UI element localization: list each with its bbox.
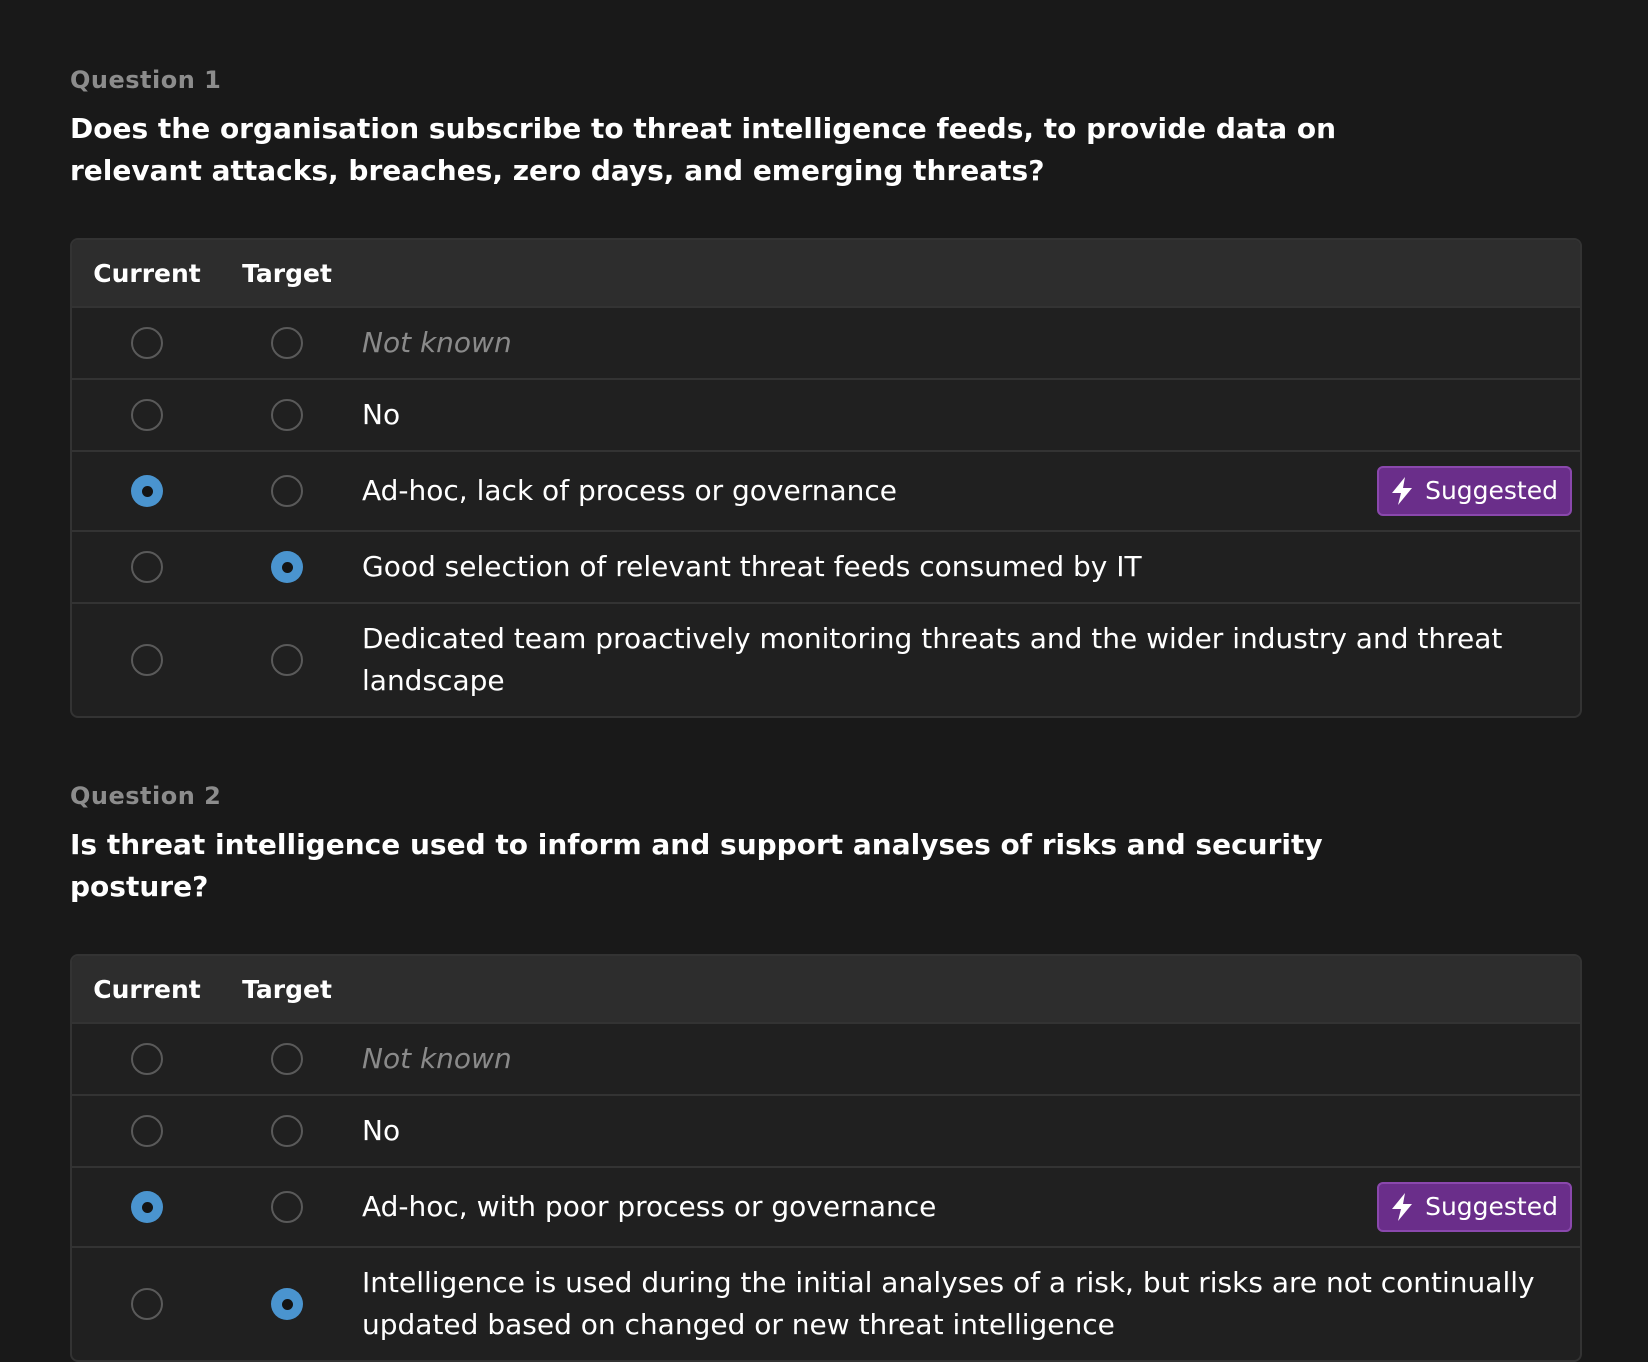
option-label-cell: Dedicated team proactively monitoring th… — [352, 604, 1580, 716]
target-radio[interactable] — [271, 1191, 303, 1223]
lightning-bolt-icon — [1392, 1193, 1413, 1221]
option-label: Not known — [362, 326, 512, 359]
current-radio[interactable] — [131, 327, 163, 359]
suggested-badge: Suggested — [1377, 466, 1572, 516]
option-row: Good selection of relevant threat feeds … — [72, 532, 1580, 604]
current-radio[interactable] — [131, 1191, 163, 1223]
option-label-cell: No — [352, 380, 1580, 450]
option-label-cell: Not known — [352, 308, 1580, 378]
option-label: Ad-hoc, lack of process or governance — [362, 474, 897, 507]
option-row: Ad-hoc, with poor process or governance … — [72, 1168, 1580, 1248]
option-label: No — [362, 398, 401, 431]
question-number: Question 1 — [70, 66, 222, 94]
option-label-cell: No — [352, 1096, 1580, 1166]
table-header: Current Target — [72, 240, 1580, 308]
current-radio[interactable] — [131, 551, 163, 583]
header-target: Target — [242, 258, 332, 288]
suggested-badge: Suggested — [1377, 1182, 1572, 1232]
option-row: Dedicated team proactively monitoring th… — [72, 604, 1580, 716]
target-radio[interactable] — [271, 327, 303, 359]
badge-label: Suggested — [1425, 476, 1558, 505]
header-current: Current — [93, 974, 201, 1004]
option-label: Intelligence is used during the initial … — [362, 1266, 1535, 1341]
target-radio[interactable] — [271, 644, 303, 676]
option-label: Dedicated team proactively monitoring th… — [362, 622, 1503, 697]
question-2: Question 2 Is threat intelligence used t… — [70, 776, 1582, 1362]
assessment-page: Question 1 Does the organisation subscri… — [0, 0, 1648, 1362]
option-label: Not known — [362, 1042, 512, 1075]
option-label-cell: Ad-hoc, lack of process or governance Su… — [352, 452, 1580, 530]
current-radio[interactable] — [131, 1043, 163, 1075]
current-radio[interactable] — [131, 1288, 163, 1320]
option-row: Not known — [72, 1024, 1580, 1096]
answer-table: Current Target Not known No — [70, 954, 1582, 1362]
badge-label: Suggested — [1425, 1192, 1558, 1221]
option-label: No — [362, 1114, 401, 1147]
current-radio[interactable] — [131, 1115, 163, 1147]
question-1: Question 1 Does the organisation subscri… — [70, 60, 1582, 718]
header-target: Target — [242, 974, 332, 1004]
target-radio[interactable] — [271, 1288, 303, 1320]
option-row: No — [72, 1096, 1580, 1168]
option-row: No — [72, 380, 1580, 452]
current-radio[interactable] — [131, 475, 163, 507]
current-radio[interactable] — [131, 399, 163, 431]
table-header: Current Target — [72, 956, 1580, 1024]
target-radio[interactable] — [271, 551, 303, 583]
lightning-bolt-icon — [1392, 477, 1413, 505]
option-row: Ad-hoc, lack of process or governance Su… — [72, 452, 1580, 532]
option-label-cell: Ad-hoc, with poor process or governance … — [352, 1168, 1580, 1246]
current-radio[interactable] — [131, 644, 163, 676]
header-current: Current — [93, 258, 201, 288]
target-radio[interactable] — [271, 399, 303, 431]
target-radio[interactable] — [271, 475, 303, 507]
target-radio[interactable] — [271, 1115, 303, 1147]
option-row: Intelligence is used during the initial … — [72, 1248, 1580, 1360]
option-label-cell: Not known — [352, 1024, 1580, 1094]
question-text: Is threat intelligence used to inform an… — [70, 828, 1323, 903]
option-label: Ad-hoc, with poor process or governance — [362, 1190, 937, 1223]
answer-table: Current Target Not known No — [70, 238, 1582, 718]
question-number: Question 2 — [70, 782, 222, 810]
target-radio[interactable] — [271, 1043, 303, 1075]
option-label-cell: Intelligence is used during the initial … — [352, 1248, 1580, 1360]
option-label-cell: Good selection of relevant threat feeds … — [352, 532, 1580, 602]
question-text: Does the organisation subscribe to threa… — [70, 112, 1337, 187]
option-row: Not known — [72, 308, 1580, 380]
option-label: Good selection of relevant threat feeds … — [362, 550, 1142, 583]
